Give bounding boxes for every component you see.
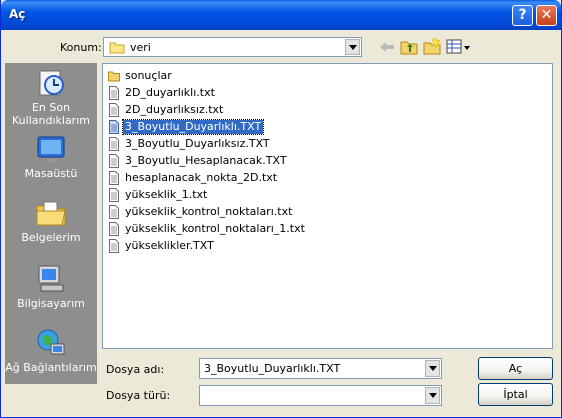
window-title: Aç xyxy=(9,7,26,21)
chevron-down-icon[interactable] xyxy=(425,360,440,377)
folder-icon xyxy=(109,42,125,54)
place-network[interactable]: Ağ Bağlantılarım xyxy=(5,327,97,374)
view-menu-icon[interactable] xyxy=(446,38,472,56)
text-file-icon xyxy=(109,120,119,134)
text-file-icon xyxy=(109,188,119,202)
place-recent[interactable]: En Son Kullandıklarım xyxy=(5,67,97,127)
text-file-icon xyxy=(109,154,119,168)
desktop-icon xyxy=(37,136,65,162)
location-value: veri xyxy=(130,41,151,54)
up-folder-icon[interactable] xyxy=(399,38,419,56)
text-file-icon xyxy=(109,239,119,253)
filetype-dropdown[interactable] xyxy=(199,385,442,406)
open-button[interactable]: Aç xyxy=(478,357,553,380)
location-dropdown[interactable]: veri xyxy=(103,37,362,57)
filename-input[interactable]: 3_Boyutlu_Duyarlıklı.TXT xyxy=(199,358,442,379)
chevron-down-icon[interactable] xyxy=(345,39,360,55)
my-computer-icon xyxy=(38,265,64,292)
text-file-icon xyxy=(109,137,119,151)
filename-value: 3_Boyutlu_Duyarlıklı.TXT xyxy=(204,362,341,375)
close-button[interactable]: ✕ xyxy=(536,5,557,26)
title-bar[interactable]: Aç ? ✕ xyxy=(1,0,561,30)
cancel-button[interactable]: İptal xyxy=(478,383,553,406)
text-file-icon xyxy=(109,103,119,117)
recent-documents-icon xyxy=(39,70,64,96)
chevron-down-icon[interactable] xyxy=(425,387,440,404)
open-file-dialog: Aç ? ✕ Konum: veri En Son Kullandıklarım… xyxy=(0,0,562,418)
back-icon[interactable] xyxy=(377,38,397,56)
new-folder-icon[interactable] xyxy=(422,37,442,55)
text-file-icon xyxy=(109,86,119,100)
filetype-label: Dosya türü: xyxy=(106,389,171,402)
text-file-icon xyxy=(109,222,119,236)
my-documents-icon xyxy=(36,201,66,226)
network-icon xyxy=(37,329,65,355)
file-list[interactable]: sonuçlar 2D_duyarlıklı.txt 2D_duyarlıksı… xyxy=(102,63,553,349)
place-my-documents[interactable]: Belgelerim xyxy=(5,197,97,244)
place-my-computer[interactable]: Bilgisayarım xyxy=(5,263,97,310)
places-bar: En Son Kullandıklarım Masaüstü Belgeleri… xyxy=(5,63,97,384)
place-desktop[interactable]: Masaüstü xyxy=(5,133,97,180)
filename-label: Dosya adı: xyxy=(106,363,165,376)
help-button[interactable]: ? xyxy=(512,5,533,26)
location-label: Konum: xyxy=(60,41,102,54)
text-file-icon xyxy=(109,171,119,185)
text-file-icon xyxy=(109,205,119,219)
folder-icon xyxy=(108,71,120,82)
